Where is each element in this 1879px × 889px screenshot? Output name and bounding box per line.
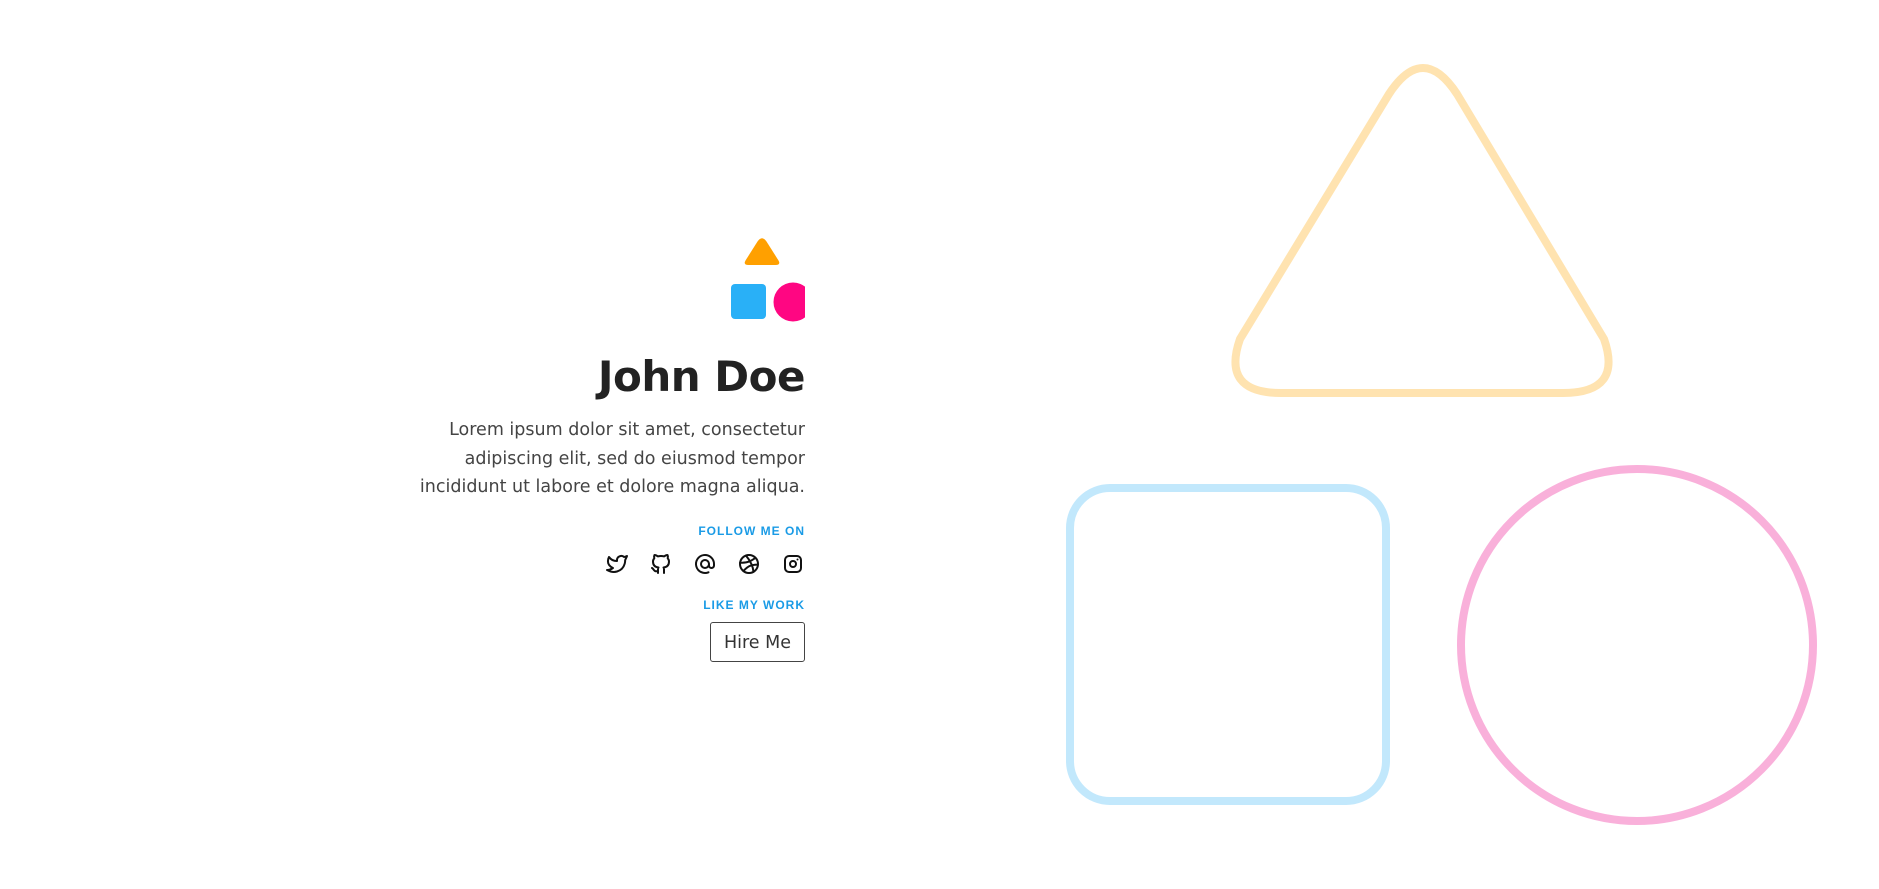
- decorative-shapes: [1066, 64, 1817, 825]
- decorative-triangle-icon: [1231, 64, 1613, 397]
- decorative-circle-icon: [1457, 465, 1817, 825]
- decorative-square-icon: [1066, 484, 1390, 805]
